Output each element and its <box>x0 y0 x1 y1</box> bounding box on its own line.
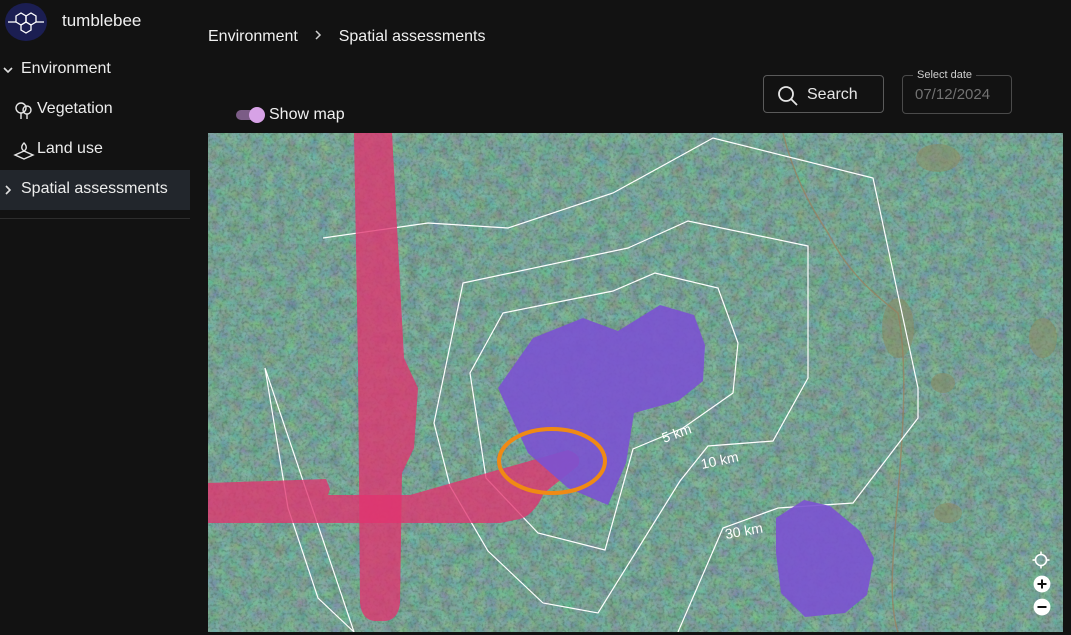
zoom-out-icon[interactable] <box>1033 598 1051 616</box>
sidebar-item-vegetation[interactable]: Vegetation <box>0 90 190 130</box>
breadcrumb-item-current: Spatial assessments <box>338 28 486 45</box>
chevron-right-icon <box>314 28 322 46</box>
sidebar-item-label: Environment <box>21 60 111 77</box>
chevron-down-icon <box>3 67 13 74</box>
sidebar-item-label: Land use <box>37 140 103 157</box>
tumblebee-logo-icon[interactable] <box>5 3 47 41</box>
sidebar-item-label: Spatial assessments <box>21 180 168 197</box>
zoom-in-icon[interactable] <box>1033 575 1051 593</box>
land-use-icon <box>13 142 35 160</box>
satellite-map[interactable]: 5 km 10 km 30 km <box>208 133 1063 632</box>
date-picker-label: Select date <box>913 69 977 81</box>
show-map-toggle[interactable] <box>236 106 266 124</box>
chevron-right-icon <box>5 185 12 195</box>
app-name: tumblebee <box>62 11 142 30</box>
sidebar-item-label: Vegetation <box>37 100 113 117</box>
sidebar-item-environment[interactable]: Environment <box>0 50 190 90</box>
sidebar-divider <box>0 218 190 219</box>
sidebar-item-spatial-assessments[interactable]: Spatial assessments <box>0 170 190 210</box>
breadcrumb-item[interactable]: Environment <box>208 28 298 46</box>
vegetation-icon <box>15 102 32 119</box>
breadcrumb: Environment Spatial assessments <box>208 28 485 46</box>
search-button[interactable]: Search <box>763 75 884 113</box>
date-picker[interactable]: Select date <box>902 69 1012 114</box>
toggle-thumb <box>249 107 265 123</box>
brand: tumblebee <box>0 0 190 44</box>
show-map-label: Show map <box>269 106 345 123</box>
sidebar-item-land-use[interactable]: Land use <box>0 130 190 170</box>
search-icon <box>778 86 798 106</box>
search-button-label: Search <box>807 86 858 103</box>
date-input[interactable] <box>915 86 1007 103</box>
locate-icon[interactable] <box>1032 551 1050 569</box>
sidebar: tumblebee Environment Vegetation Land us… <box>0 0 190 635</box>
